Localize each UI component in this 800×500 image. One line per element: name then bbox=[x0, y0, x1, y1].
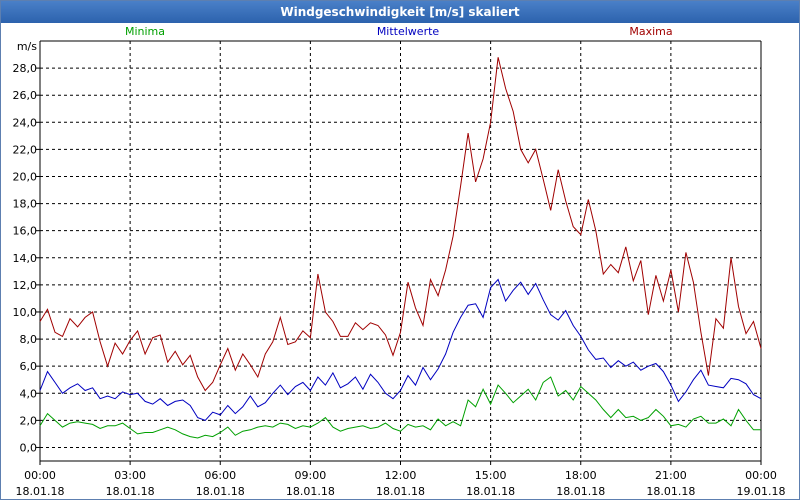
x-tick-date: 19.01.18 bbox=[737, 485, 786, 498]
y-tick-label: 26,0 bbox=[13, 89, 38, 102]
y-tick-label: 16,0 bbox=[13, 225, 38, 238]
y-tick-label: 4,0 bbox=[20, 387, 38, 400]
x-tick-time: 06:00 bbox=[204, 469, 236, 482]
x-tick-time: 09:00 bbox=[295, 469, 327, 482]
x-tick-time: 00:00 bbox=[24, 469, 56, 482]
y-tick-label: 20,0 bbox=[13, 170, 38, 183]
x-axis-ticks: 00:00 18.01.18 03:00 18.01.18 06:00 18.01.18 0… bbox=[16, 461, 786, 498]
x-tick-date: 18.01.18 bbox=[466, 485, 515, 498]
y-axis-unit-label: m/s bbox=[17, 40, 37, 53]
y-tick-label: 24,0 bbox=[13, 116, 38, 129]
x-tick-date: 18.01.18 bbox=[106, 485, 155, 498]
y-tick-label: 14,0 bbox=[13, 252, 38, 265]
x-tick-date: 18.01.18 bbox=[196, 485, 245, 498]
y-tick-label: 22,0 bbox=[13, 143, 38, 156]
legend-minima: Minima bbox=[125, 25, 165, 38]
x-tick-time: 03:00 bbox=[114, 469, 146, 482]
y-tick-label: 18,0 bbox=[13, 198, 38, 211]
y-tick-label: 6,0 bbox=[20, 360, 38, 373]
y-tick-label: 10,0 bbox=[13, 306, 38, 319]
x-tick-time: 00:00 bbox=[745, 469, 777, 482]
x-tick-time: 21:00 bbox=[655, 469, 687, 482]
x-tick-date: 18.01.18 bbox=[376, 485, 425, 498]
y-tick-label: 12,0 bbox=[13, 279, 38, 292]
x-tick-date: 18.01.18 bbox=[286, 485, 335, 498]
legend-maxima: Maxima bbox=[629, 25, 672, 38]
y-tick-label: 2,0 bbox=[20, 414, 38, 427]
x-tick-time: 18:00 bbox=[565, 469, 597, 482]
grid-lines bbox=[40, 41, 761, 461]
wind-speed-chart: m/s 0,0 2,0 4,0 6,0 8,0 10,0 12,0 14,0 16,0 18,0 2… bbox=[13, 25, 786, 498]
x-tick-date: 18.01.18 bbox=[556, 485, 605, 498]
x-tick-time: 12:00 bbox=[385, 469, 417, 482]
legend-mittelwerte: Mittelwerte bbox=[377, 25, 440, 38]
y-tick-label: 28,0 bbox=[13, 62, 38, 75]
y-axis-ticks: 0,0 2,0 4,0 6,0 8,0 10,0 12,0 14,0 16,0 18,0 20,0 2… bbox=[13, 62, 40, 454]
x-tick-date: 18.01.18 bbox=[646, 485, 695, 498]
x-tick-time: 15:00 bbox=[475, 469, 507, 482]
y-tick-label: 8,0 bbox=[20, 333, 38, 346]
y-tick-label: 0,0 bbox=[20, 441, 38, 454]
x-tick-date: 18.01.18 bbox=[16, 485, 65, 498]
